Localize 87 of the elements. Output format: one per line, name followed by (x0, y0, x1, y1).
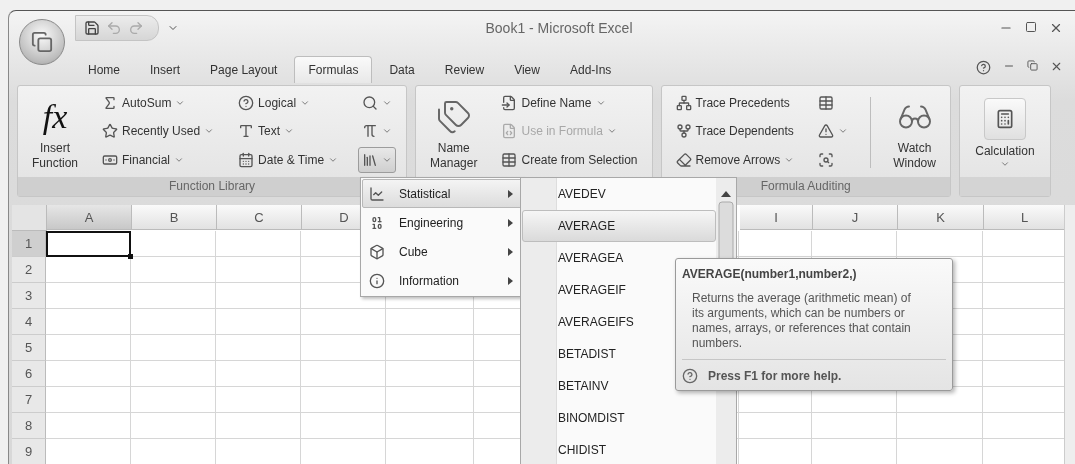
list-item[interactable]: AVERAGE (522, 210, 716, 242)
row-header[interactable]: 5 (12, 335, 46, 361)
vertical-scrollbar[interactable] (1064, 205, 1075, 464)
ribbon-button[interactable]: Logical (234, 90, 343, 117)
branch-icon (675, 123, 692, 140)
ribbon-tab[interactable]: View (501, 57, 553, 83)
ribbon-tab[interactable]: Data (376, 57, 428, 83)
tags-icon (435, 98, 472, 135)
star-icon (102, 123, 118, 140)
maximize-icon[interactable] (1025, 21, 1037, 33)
office-logo-icon (31, 31, 53, 53)
warning-icon (818, 123, 835, 140)
submenu-arrow-icon (508, 189, 513, 198)
tooltip-title: AVERAGE(number1,number2,) (682, 267, 858, 281)
menu-item[interactable]: Information (362, 266, 522, 295)
column-header[interactable]: K (898, 205, 984, 230)
list-item[interactable]: BINOMDIST (522, 402, 716, 434)
ribbon-button[interactable]: Date & Time (234, 146, 343, 173)
window-title: Book1 - Microsoft Excel (484, 20, 634, 36)
formula-icon (501, 123, 518, 140)
pi-icon (362, 123, 379, 140)
column-header[interactable]: J (813, 205, 898, 230)
list-item[interactable]: CHIDIST (522, 434, 716, 464)
office-button[interactable] (19, 19, 65, 65)
magnifier-icon (818, 151, 835, 168)
column-header[interactable]: B (132, 205, 217, 230)
ribbon-button[interactable]: Watch Window (889, 89, 940, 174)
row-header[interactable]: 6 (12, 361, 46, 387)
help-icon[interactable] (976, 60, 991, 75)
text-icon (238, 123, 255, 140)
submenu-arrow-icon (508, 276, 513, 285)
calendar-icon (238, 151, 255, 168)
row-header[interactable]: 8 (12, 413, 46, 439)
table-icon (818, 95, 835, 112)
cube-icon (369, 243, 385, 260)
eraser-icon (675, 151, 692, 168)
binary-icon (369, 214, 385, 231)
question-book-icon (238, 95, 255, 112)
search-icon (362, 95, 379, 112)
row-header[interactable]: 2 (12, 257, 46, 283)
column-header[interactable]: A (47, 205, 132, 230)
sigma-icon (102, 95, 118, 112)
define-icon (501, 95, 518, 112)
ribbon-button[interactable]: Text (234, 118, 343, 145)
row-header[interactable]: 9 (12, 439, 46, 464)
books-icon (362, 151, 379, 168)
active-cell[interactable] (46, 231, 131, 257)
ribbon-button[interactable]: Define Name (497, 90, 642, 117)
icon-button[interactable] (358, 146, 397, 173)
submenu-arrow-icon (508, 247, 513, 256)
save-icon[interactable] (84, 20, 100, 36)
menu-item[interactable]: Statistical (362, 179, 522, 208)
restore-icon[interactable] (1027, 60, 1038, 71)
ribbon-tab[interactable]: Formulas (294, 56, 373, 83)
ribbon-tab[interactable]: Home (75, 57, 133, 83)
ribbon-button[interactable]: Financial (98, 146, 219, 173)
row-header[interactable]: 3 (12, 283, 46, 309)
help-hint: Press F1 for more help. (708, 369, 842, 383)
row-header[interactable]: 4 (12, 309, 46, 335)
submenu-arrow-icon (508, 218, 513, 227)
close-icon[interactable] (1050, 60, 1063, 73)
ribbon-button[interactable]: Recently Used (98, 118, 219, 145)
ribbon-button[interactable]: Remove Arrows (671, 146, 799, 173)
table-icon (501, 151, 518, 168)
ribbon-tab[interactable]: Add-Ins (556, 57, 625, 83)
ribbon-button[interactable]: fx Insert Function (28, 89, 82, 174)
ribbon-button[interactable]: Trace Precedents (671, 90, 799, 117)
ribbon-button[interactable]: Calculation (969, 91, 1040, 172)
ribbon-button[interactable]: Trace Dependents (671, 118, 799, 145)
info-icon (369, 272, 385, 289)
ribbon-button[interactable]: Create from Selection (497, 146, 642, 173)
column-header[interactable]: I (740, 205, 813, 230)
ribbon-tab[interactable]: Review (431, 57, 498, 83)
chart-icon (369, 185, 385, 202)
menu-item[interactable]: Cube (362, 237, 522, 266)
row-header[interactable]: 7 (12, 387, 46, 413)
ribbon-tab[interactable]: Insert (137, 57, 194, 83)
tooltip-description: Returns the average (arithmetic mean) of its arguments, which can be numbers or names, arrays, or references that contain numbers. (692, 291, 912, 351)
ribbon-button[interactable]: Name Manager (426, 89, 482, 174)
column-header[interactable]: L (984, 205, 1066, 230)
help-icon (682, 368, 698, 384)
column-header[interactable]: C (217, 205, 302, 230)
close-icon[interactable] (1049, 21, 1063, 35)
row-header[interactable]: 1 (12, 231, 46, 257)
network-icon (675, 95, 692, 112)
ribbon-button[interactable]: AutoSum (98, 90, 219, 117)
ribbon-tab[interactable]: Page Layout (197, 57, 291, 83)
